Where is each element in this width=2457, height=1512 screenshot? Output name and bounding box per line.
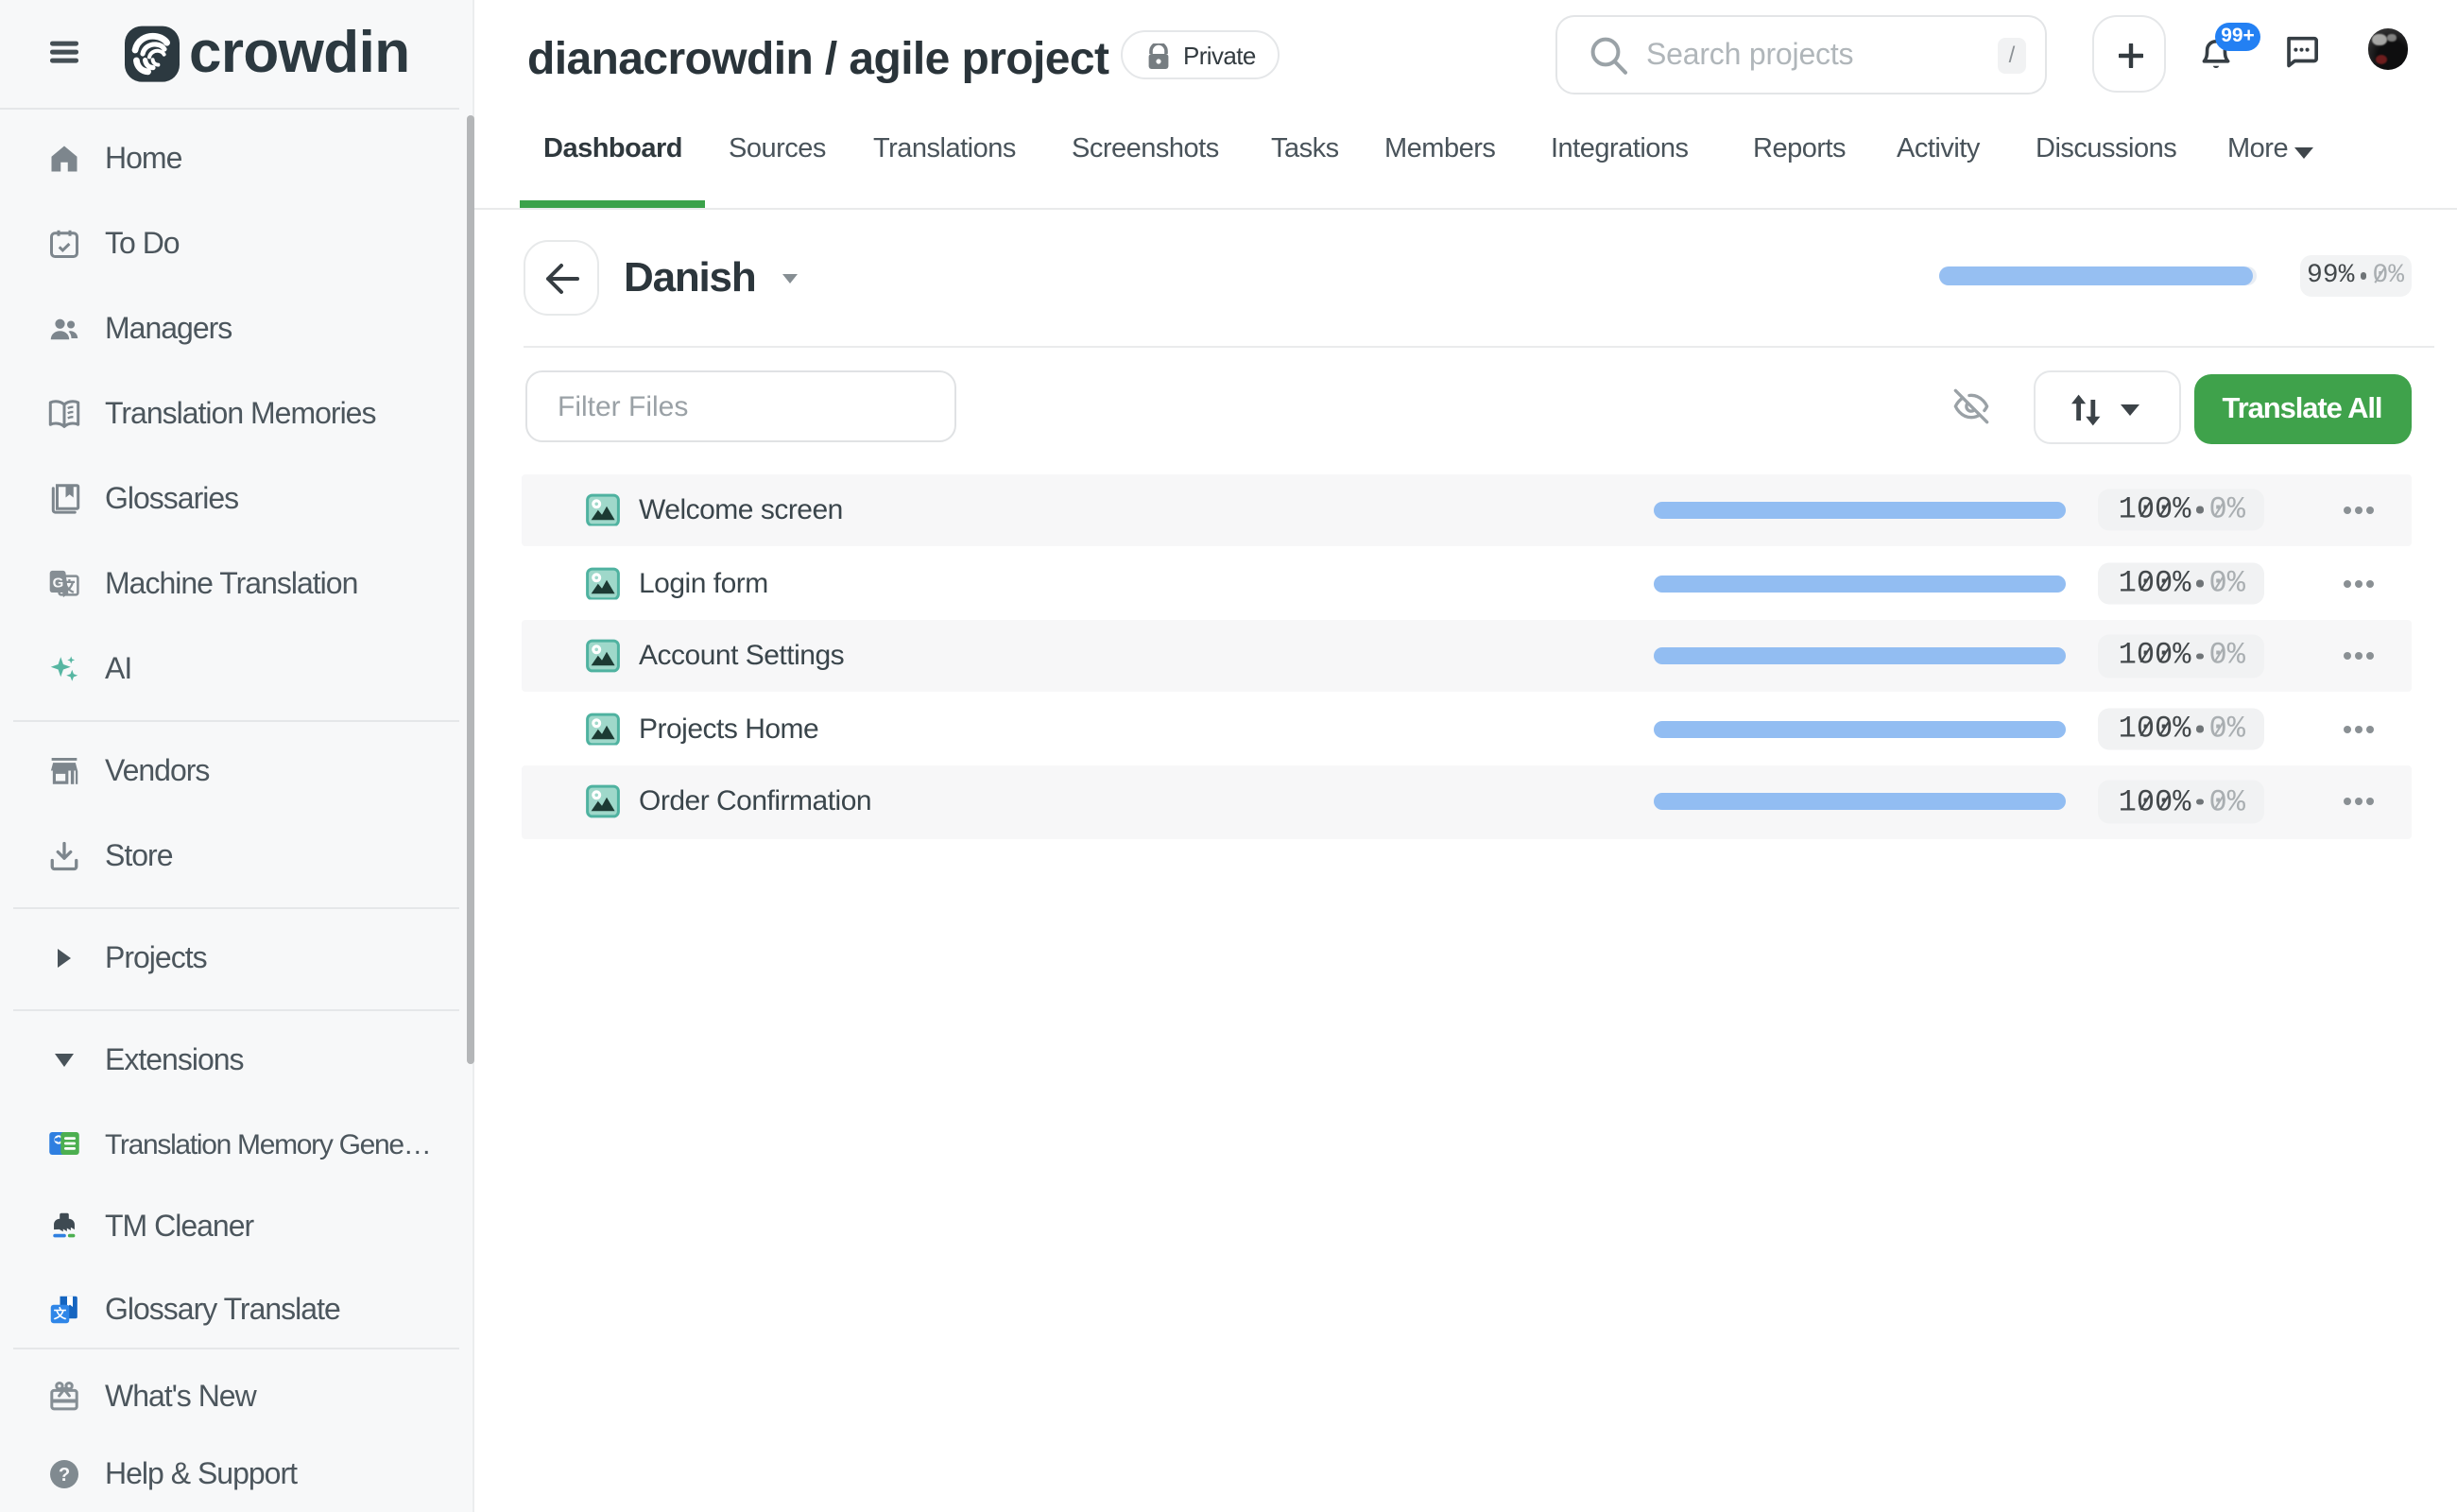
svg-text:G: G [53, 575, 64, 591]
svg-text:文: 文 [54, 1305, 67, 1320]
svg-text:?: ? [59, 1464, 70, 1485]
